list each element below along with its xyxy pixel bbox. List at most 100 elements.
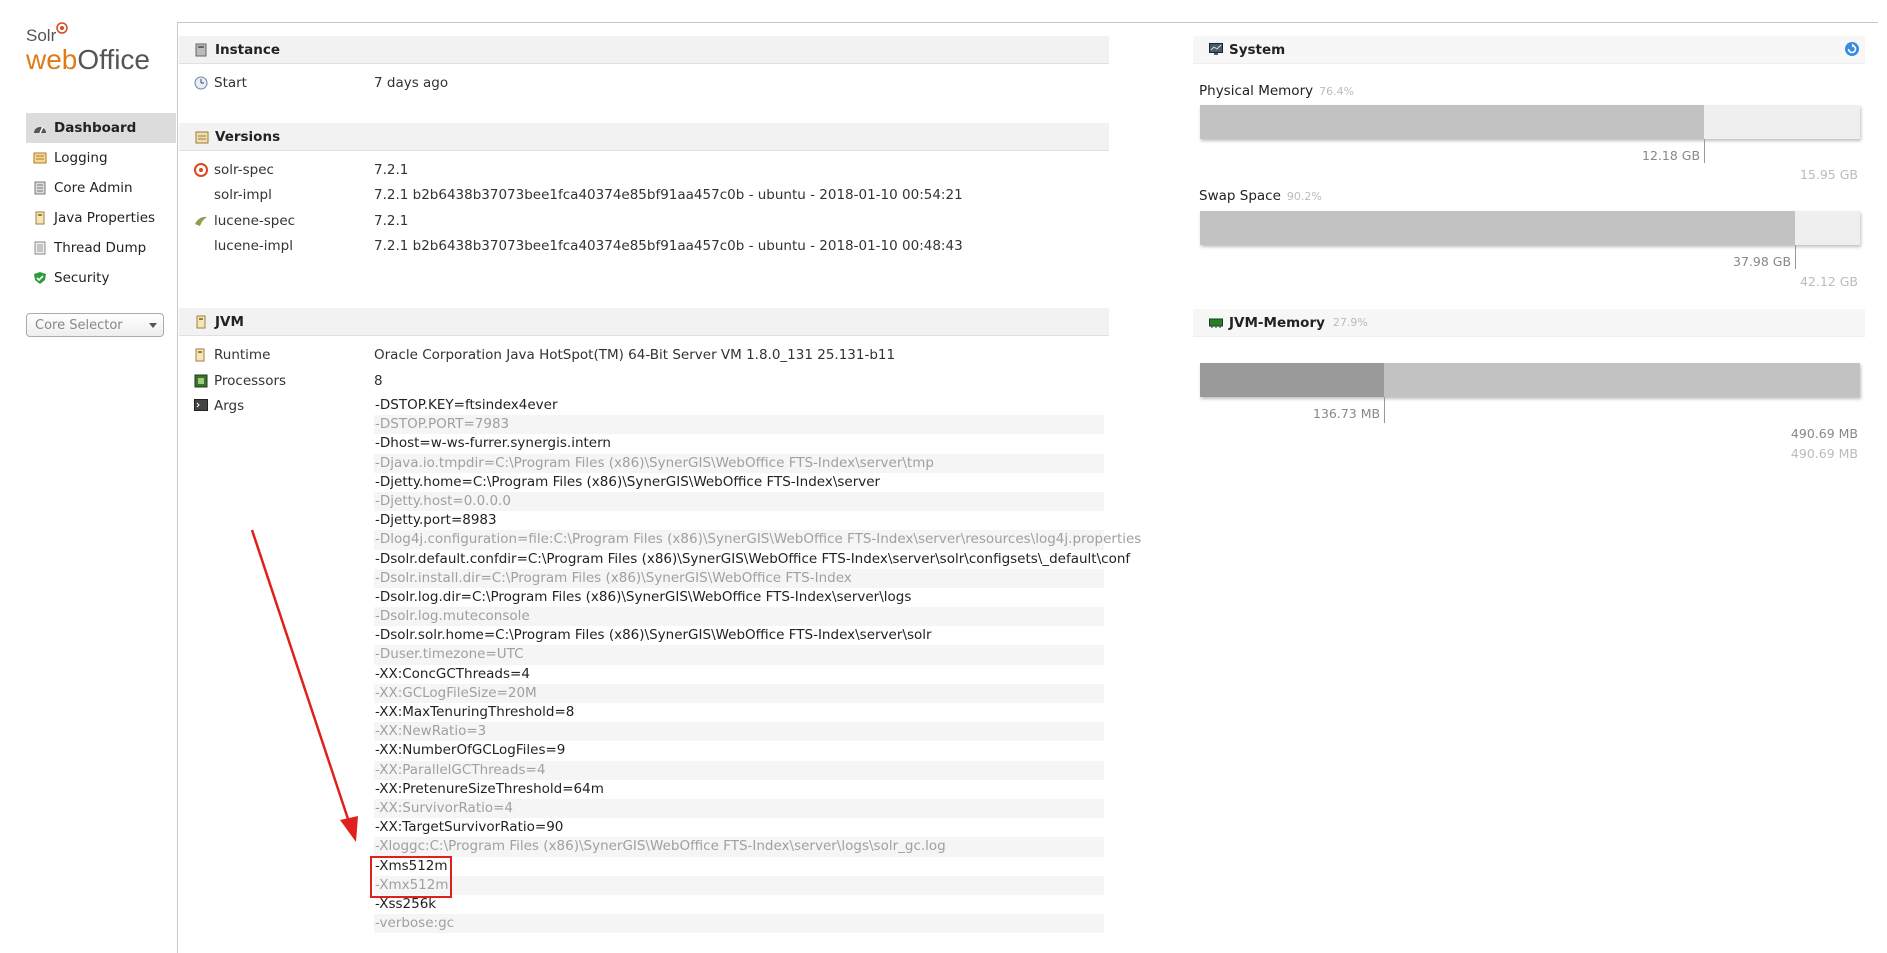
solr-flame-icon <box>56 22 68 34</box>
version-row: lucene-impl 7.2.1 b2b6438b37073bee1fca40… <box>194 235 1094 257</box>
jvm-arg: -XX:PretenureSizeThreshold=64m <box>375 780 604 797</box>
jvm-arg: -XX:ParallelGCThreads=4 <box>374 760 1104 780</box>
jvm-arg: -DSTOP.PORT=7983 <box>374 415 1104 435</box>
physical-memory-tick <box>1704 139 1705 163</box>
sidebar-item-label: Thread Dump <box>54 240 147 256</box>
swap-space-total: 42.12 GB <box>1799 274 1858 289</box>
jvm-memory-percent: 27.9% <box>1332 316 1368 329</box>
jvm-arg: -XX:NewRatio=3 <box>374 722 1104 742</box>
sidebar-item-security[interactable]: Security <box>26 263 176 293</box>
physical-memory-bar <box>1200 105 1860 139</box>
jvm-arg: -Dsolr.log.muteconsole <box>374 607 1104 627</box>
swap-space-used: 37.98 GB <box>1733 254 1792 269</box>
runtime-icon <box>194 348 208 362</box>
sidebar-nav: Dashboard Logging Core Admin Java Proper… <box>26 113 176 293</box>
jvm-arg: -Xloggc:C:\Program Files (x86)\SynerGIS\… <box>374 837 1104 857</box>
versions-title: Versions <box>215 128 281 145</box>
jvm-args-list: -DSTOP.KEY=ftsindex4ever -DSTOP.PORT=798… <box>374 396 1141 934</box>
versions-section-header: Versions <box>179 123 1109 151</box>
jvm-arg: -Dsolr.solr.home=C:\Program Files (x86)\… <box>375 627 932 644</box>
version-label: solr-impl <box>214 187 272 203</box>
jvm-arg: -XX:TargetSurvivorRatio=90 <box>375 819 564 836</box>
jvm-memory-max: 490.69 MB <box>1790 426 1858 441</box>
jvm-arg: -Dsolr.install.dir=C:\Program Files (x86… <box>374 568 1104 588</box>
jvm-icon <box>195 315 209 329</box>
sidebar-item-core-admin[interactable]: Core Admin <box>26 173 176 203</box>
sidebar-item-label: Security <box>54 270 110 286</box>
instance-start-row: Start 7 days ago <box>194 72 1094 94</box>
system-monitor-icon <box>1209 42 1223 57</box>
version-row: solr-spec 7.2.1 <box>194 159 1094 181</box>
swap-space-label: Swap Space 90.2% <box>1199 188 1322 204</box>
physical-memory-used-fill <box>1200 105 1704 139</box>
clock-icon <box>194 76 208 90</box>
system-title: System <box>1229 41 1286 58</box>
physical-memory-total: 15.95 GB <box>1799 167 1858 182</box>
refresh-icon[interactable] <box>1844 41 1860 57</box>
version-row: lucene-spec 7.2.1 <box>194 210 1094 232</box>
sidebar-item-logging[interactable]: Logging <box>26 143 176 173</box>
shield-icon <box>32 270 48 286</box>
jvm-arg: -Xmx512m <box>374 875 1104 895</box>
versions-icon <box>195 130 209 144</box>
sidebar-item-thread-dump[interactable]: Thread Dump <box>26 233 176 263</box>
jvm-arg: -verbose:gc <box>374 914 1104 934</box>
jvm-arg: -Djetty.host=0.0.0.0 <box>374 491 1104 512</box>
jvm-memory-bar <box>1200 363 1860 397</box>
jvm-section-header: JVM <box>179 308 1109 336</box>
processors-label: Processors <box>214 373 287 389</box>
version-value: 7.2.1 <box>374 213 409 229</box>
start-label: Start <box>214 75 247 91</box>
args-label: Args <box>214 398 245 414</box>
processors-value: 8 <box>374 373 383 389</box>
version-value: 7.2.1 b2b6438b37073bee1fca40374e85bf91aa… <box>374 187 963 203</box>
jvm-memory-total: 490.69 MB <box>1790 446 1858 461</box>
swap-space-percent: 90.2% <box>1286 190 1322 203</box>
jvm-runtime-row: Runtime Oracle Corporation Java HotSpot(… <box>194 344 1094 366</box>
jvm-arg: -XX:ConcGCThreads=4 <box>375 665 530 682</box>
xms-xmx-highlight-box <box>370 856 452 898</box>
instance-title: Instance <box>215 41 281 58</box>
version-value: 7.2.1 b2b6438b37073bee1fca40374e85bf91aa… <box>374 238 963 254</box>
java-properties-icon <box>32 210 48 226</box>
instance-icon <box>195 43 209 57</box>
physical-memory-used: 12.18 GB <box>1642 148 1701 163</box>
jvm-processors-row: Processors 8 <box>194 370 1094 392</box>
terminal-icon <box>194 399 208 413</box>
swap-space-used-fill <box>1200 211 1795 245</box>
runtime-value: Oracle Corporation Java HotSpot(TM) 64-B… <box>374 347 896 363</box>
physical-memory-percent: 76.4% <box>1319 85 1355 98</box>
sidebar-item-java-properties[interactable]: Java Properties <box>26 203 176 233</box>
jvm-arg: -Djetty.port=8983 <box>375 512 497 529</box>
core-admin-icon <box>32 180 48 196</box>
swap-space-tick <box>1795 245 1796 269</box>
chevron-down-icon <box>149 323 157 328</box>
core-selector-placeholder: Core Selector <box>35 317 123 333</box>
system-section-header: System <box>1193 36 1865 64</box>
jvm-arg: -Djava.io.tmpdir=C:\Program Files (x86)\… <box>374 453 1104 473</box>
sidebar-item-label: Logging <box>54 150 108 166</box>
jvm-args-row: Args <box>194 395 394 417</box>
instance-section-header: Instance <box>179 36 1109 64</box>
sidebar-item-label: Dashboard <box>54 120 137 136</box>
swap-space-bar <box>1200 211 1860 245</box>
dashboard-icon <box>32 120 48 136</box>
sidebar-item-dashboard[interactable]: Dashboard <box>26 113 176 143</box>
jvm-arg: -XX:NumberOfGCLogFiles=9 <box>375 742 566 759</box>
jvm-arg: -Dsolr.default.confdir=C:\Program Files … <box>375 550 1131 567</box>
version-label: lucene-spec <box>214 213 296 229</box>
lucene-icon <box>194 214 208 228</box>
sidebar-item-label: Core Admin <box>54 180 133 196</box>
logging-icon <box>32 150 48 166</box>
red-arrow-annotation <box>250 529 358 842</box>
solr-weboffice-logo[interactable]: Solr webOffice <box>26 22 166 82</box>
physical-memory-label: Physical Memory 76.4% <box>1199 83 1355 99</box>
jvm-arg: -Djetty.home=C:\Program Files (x86)\Syne… <box>375 473 881 490</box>
jvm-memory-used-fill <box>1200 363 1384 397</box>
jvm-arg: -Dsolr.log.dir=C:\Program Files (x86)\Sy… <box>375 588 912 605</box>
jvm-arg: -XX:SurvivorRatio=4 <box>374 798 1104 819</box>
jvm-arg: -Dhost=w-ws-furrer.synergis.intern <box>375 435 611 452</box>
jvm-memory-title: JVM-Memory <box>1229 314 1325 331</box>
core-selector-dropdown[interactable]: Core Selector <box>26 313 164 337</box>
jvm-arg: -Duser.timezone=UTC <box>374 645 1104 665</box>
